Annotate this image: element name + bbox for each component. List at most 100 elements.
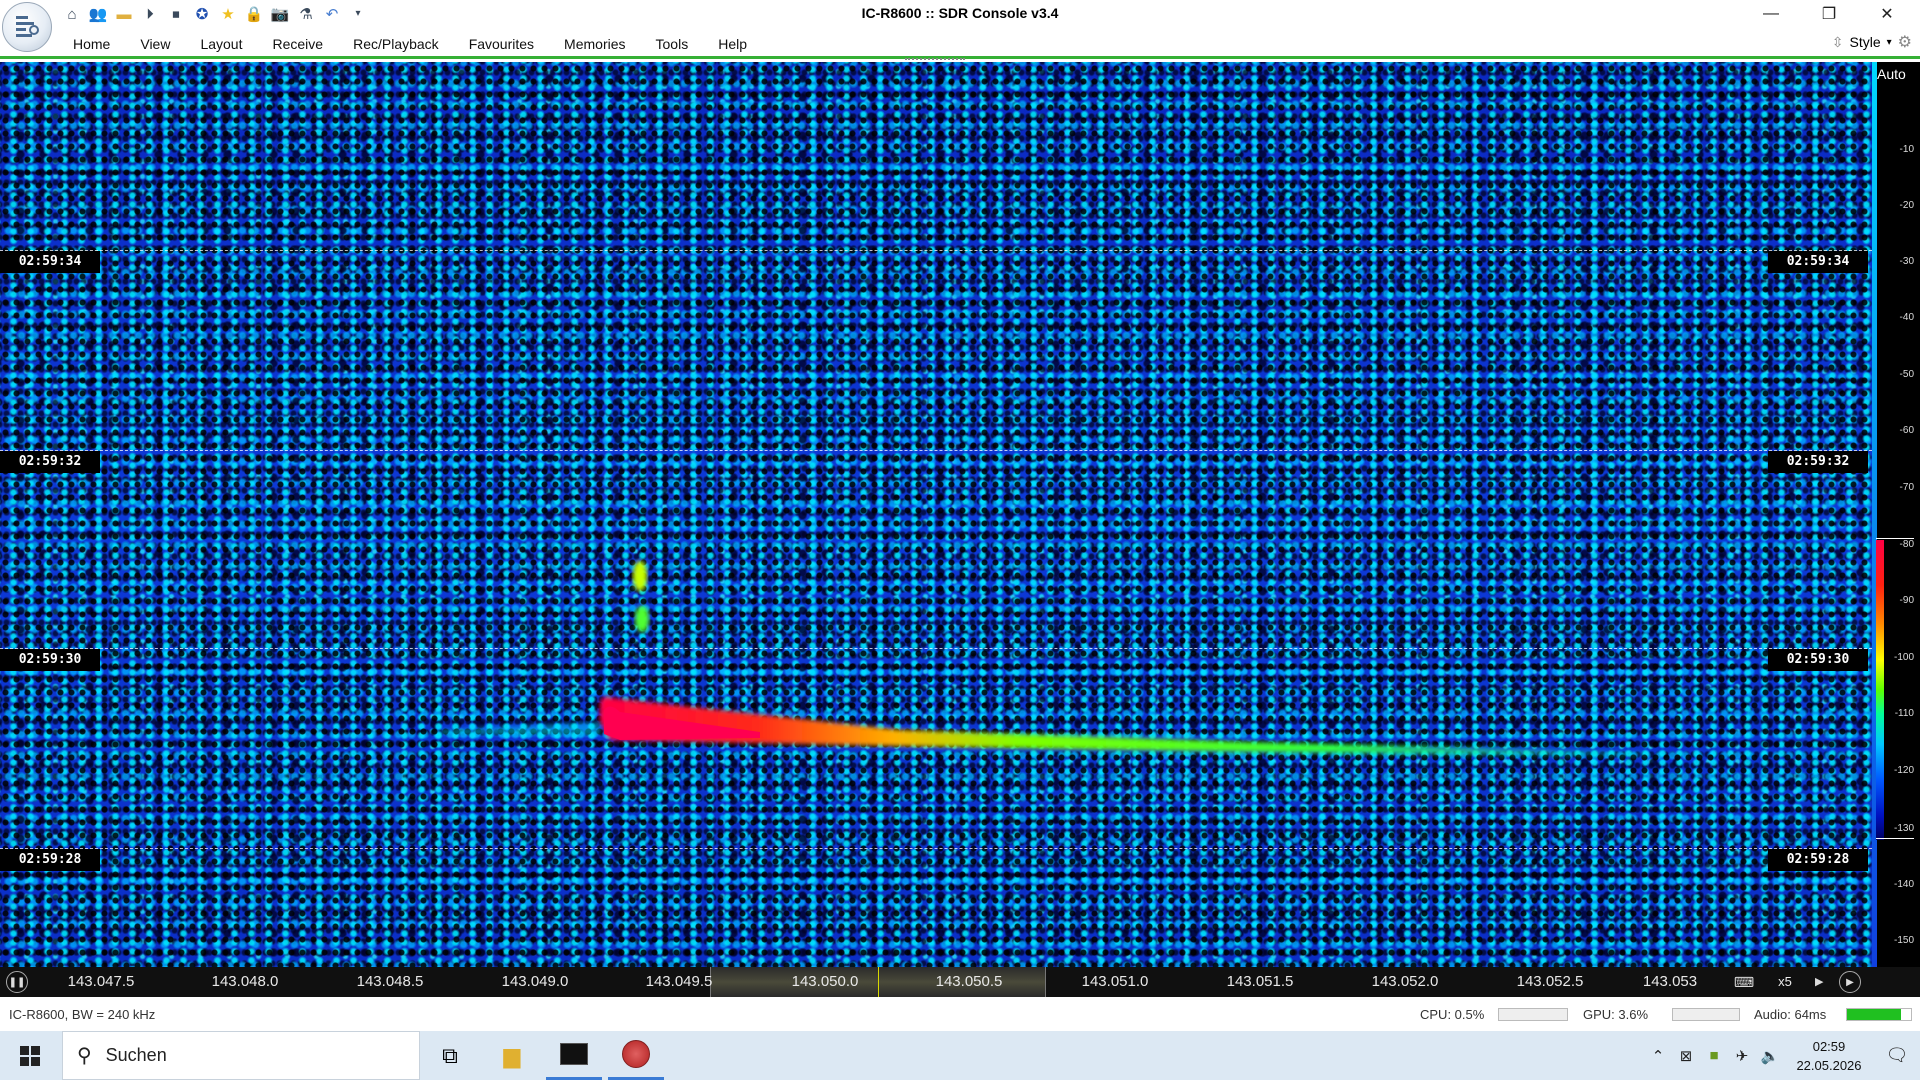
folder-icon[interactable]: ▬ <box>114 4 134 24</box>
minimize-button[interactable]: — <box>1748 0 1794 28</box>
scale-tick: -60 <box>1899 425 1914 436</box>
taskbar-clock[interactable]: 02:59 22.05.2026 <box>1784 1037 1874 1075</box>
frequency-label: 143.049.0 <box>501 973 569 990</box>
title-bar: ⌂ 👥 ▬ ⏵ ⏹ ✪ ★ 🔒 📷 ⚗ ↶ ▾ IC-R8600 :: SDR … <box>0 0 1920 28</box>
waterfall-display[interactable]: 02:59:34 02:59:32 02:59:30 02:59:28 02:5… <box>0 62 1872 967</box>
frequency-label: 143.050.0 <box>791 973 859 990</box>
menu-help[interactable]: Help <box>703 34 762 54</box>
scale-tick: -90 <box>1899 595 1914 606</box>
menu-memories[interactable]: Memories <box>549 34 640 54</box>
auto-scale-label[interactable]: Auto <box>1877 66 1906 82</box>
scroll-right-button[interactable]: ▶ <box>1839 971 1861 993</box>
scale-tick: -130 <box>1893 823 1914 834</box>
windows-icon <box>20 1045 40 1066</box>
menu-layout[interactable]: Layout <box>185 34 257 54</box>
camera-icon[interactable]: 📷 <box>270 4 290 24</box>
frequency-label: 143.051.5 <box>1226 973 1294 990</box>
frequency-axis[interactable]: ❚❚ 143.047.5 143.048.0 143.048.5 143.049… <box>0 967 1920 997</box>
sdr-console-icon[interactable] <box>608 1031 664 1080</box>
scale-tick: -100 <box>1893 652 1914 663</box>
scale-tick: -50 <box>1899 369 1914 380</box>
status-bar: IC-R8600, BW = 240 kHz CPU: 0.5% GPU: 3.… <box>0 997 1920 1031</box>
frequency-label: 143.051.0 <box>1081 973 1149 990</box>
terminal-icon[interactable] <box>546 1031 602 1080</box>
menu-favourites[interactable]: Favourites <box>454 34 549 54</box>
close-icon: ✕ <box>1880 6 1894 23</box>
panel-grip[interactable] <box>905 58 965 60</box>
dropdown-icon[interactable]: ▾ <box>348 4 368 24</box>
restore-button[interactable]: ❐ <box>1806 0 1852 28</box>
volume-icon[interactable]: 🔈 <box>1756 1031 1784 1080</box>
scale-tick: -80 <box>1899 539 1914 550</box>
close-button[interactable]: ✕ <box>1864 0 1910 28</box>
pause-icon: ❚❚ <box>8 976 26 988</box>
notification-icon[interactable]: 🗨 <box>1874 1031 1920 1080</box>
gear-icon[interactable]: ⚙ <box>1898 32 1912 52</box>
restore-icon: ❐ <box>1821 6 1837 23</box>
search-placeholder: Suchen <box>105 1045 167 1065</box>
scale-tick: -120 <box>1893 765 1914 776</box>
app-menu-button[interactable] <box>2 2 52 52</box>
scale-tick: -110 <box>1894 708 1914 719</box>
lock-icon[interactable]: 🔒 <box>244 4 264 24</box>
audio-level-meter <box>1846 1008 1912 1021</box>
chevron-up-icon[interactable]: ⌃ <box>1644 1031 1672 1080</box>
audio-level-fill <box>1847 1009 1902 1020</box>
stop-icon[interactable]: ⏹ <box>166 4 186 24</box>
clock-time: 02:59 <box>1812 1038 1846 1054</box>
frequency-label: 143.048.5 <box>356 973 424 990</box>
scroll-left-button[interactable]: ❚❚ <box>6 971 28 993</box>
taskbar-search[interactable]: ⚲ Suchen <box>62 1031 420 1080</box>
frequency-label: 143.049.5 <box>645 973 713 990</box>
task-view-icon[interactable]: ⧉ <box>422 1031 478 1080</box>
quick-access-toolbar: ⌂ 👥 ▬ ⏵ ⏹ ✪ ★ 🔒 📷 ⚗ ↶ ▾ <box>62 3 368 25</box>
scale-tick: -10 <box>1899 144 1914 155</box>
gpu-meter <box>1672 1008 1740 1021</box>
keyboard-icon[interactable]: ⌨ <box>1724 971 1764 993</box>
signal-blob <box>635 606 649 632</box>
start-button[interactable] <box>0 1031 60 1080</box>
signal-trace <box>440 561 1650 756</box>
style-toggle-icon: ⇳ <box>1831 33 1844 50</box>
signal-sidelobe <box>440 722 600 736</box>
color-gradient-bar <box>1876 540 1884 840</box>
cpu-usage: CPU: 0.5% <box>1420 1007 1485 1022</box>
undo-icon[interactable]: ↶ <box>322 4 342 24</box>
menu-tools[interactable]: Tools <box>641 34 704 54</box>
users-icon[interactable]: 👥 <box>88 4 108 24</box>
zoom-selector[interactable]: x5 <box>1765 971 1805 993</box>
airplane-icon[interactable]: ✈ <box>1728 1031 1756 1080</box>
signal-blob <box>633 561 647 591</box>
chevron-right-icon[interactable]: ▶ <box>1815 971 1827 993</box>
menu-bar: Home View Layout Receive Rec/Playback Fa… <box>0 28 1920 60</box>
style-menu[interactable]: ⇳ Style ▾ ⚙ <box>1832 32 1912 52</box>
menu-rec-playback[interactable]: Rec/Playback <box>338 34 454 54</box>
chevron-down-icon: ▾ <box>1886 36 1892 48</box>
audio-latency: Audio: 64ms <box>1754 1007 1827 1022</box>
minimize-icon: — <box>1763 5 1779 22</box>
cpu-meter <box>1498 1008 1568 1021</box>
star-icon[interactable]: ★ <box>218 4 238 24</box>
flask-icon[interactable]: ⚗ <box>296 4 316 24</box>
network-icon[interactable]: ⊠ <box>1672 1031 1700 1080</box>
compass-icon[interactable]: ✪ <box>192 4 212 24</box>
signal-carrier <box>600 696 1650 756</box>
menu-view[interactable]: View <box>125 34 185 54</box>
scale-tick: -20 <box>1899 200 1914 211</box>
system-tray: ⌃ ⊠ ■ ✈ 🔈 02:59 22.05.2026 🗨 <box>1644 1031 1920 1080</box>
scale-marker <box>1876 838 1914 839</box>
nvidia-icon[interactable]: ■ <box>1700 1031 1728 1080</box>
frequency-label: 143.050.5 <box>935 973 1003 990</box>
frequency-label: 143.047.5 <box>67 973 135 990</box>
frequency-label: 143.053 <box>1642 973 1698 990</box>
gpu-usage: GPU: 3.6% <box>1583 1007 1649 1022</box>
menu-home[interactable]: Home <box>58 34 125 54</box>
file-explorer-icon[interactable]: ▆ <box>484 1031 540 1080</box>
app-logo-icon <box>16 16 39 37</box>
home-icon[interactable]: ⌂ <box>62 4 82 24</box>
menu-receive[interactable]: Receive <box>258 34 339 54</box>
clock-date: 22.05.2026 <box>1796 1057 1862 1073</box>
play-icon[interactable]: ⏵ <box>140 4 160 24</box>
scale-tick: -140 <box>1893 879 1914 890</box>
search-icon: ⚲ <box>77 1045 92 1067</box>
